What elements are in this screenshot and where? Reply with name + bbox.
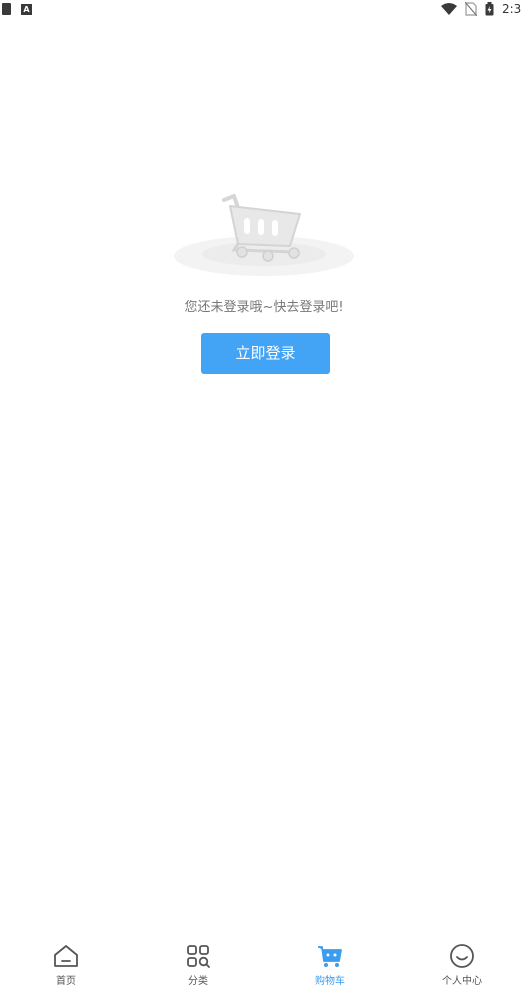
home-icon — [52, 942, 80, 970]
cart-icon — [316, 942, 344, 970]
bottom-tab-bar: 首页 分类 购物车 个人中心 — [0, 938, 528, 990]
tab-cart[interactable]: 购物车 — [264, 938, 396, 990]
cart-screen: A 2:3 您还未登录哦~快去登录吧! 立即登录 首页 分类 购物车 个人中心 — [0, 0, 528, 990]
tab-profile-label: 个人中心 — [442, 976, 482, 987]
login-hint-text: 您还未登录哦~快去登录吧! — [184, 300, 344, 315]
status-bar: A 2:3 — [0, 0, 528, 18]
tab-cart-label: 购物车 — [315, 976, 345, 987]
tab-category[interactable]: 分类 — [132, 938, 264, 990]
a-icon: A — [21, 3, 32, 15]
tab-profile[interactable]: 个人中心 — [396, 938, 528, 990]
battery-icon — [485, 2, 494, 16]
no-sim-icon — [465, 2, 477, 16]
phone-icon — [2, 3, 11, 15]
tab-home[interactable]: 首页 — [0, 938, 132, 990]
wifi-icon — [441, 3, 457, 15]
tab-home-label: 首页 — [56, 976, 76, 987]
status-time: 2:3 — [502, 2, 522, 16]
category-icon — [184, 942, 212, 970]
login-button[interactable]: 立即登录 — [201, 333, 330, 374]
shopping-cart-illustration — [174, 194, 354, 276]
tab-category-label: 分类 — [188, 976, 208, 987]
profile-icon — [448, 942, 476, 970]
